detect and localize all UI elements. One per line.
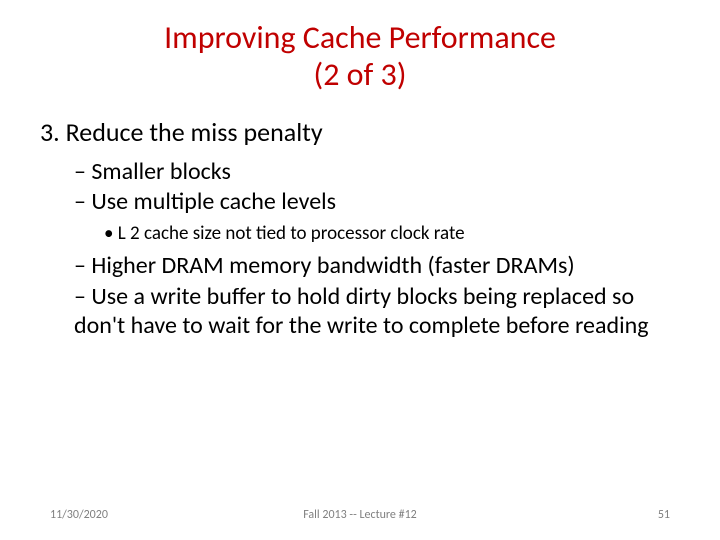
- sub-bullet-text: L 2 cache size not tied to processor clo…: [118, 222, 465, 245]
- bullet-text: Use a write buffer to hold dirty blocks …: [74, 282, 649, 340]
- footer: 11/30/2020 Fall 2013 -- Lecture #12 51: [0, 508, 720, 522]
- footer-lecture: Fall 2013 -- Lecture #12: [303, 508, 417, 522]
- footer-date: 11/30/2020: [50, 508, 108, 522]
- bullet-multiple-cache-levels: Use multiple cache levels L 2 cache size…: [74, 188, 670, 246]
- slide: Improving Cache Performance (2 of 3) 3. …: [0, 0, 720, 540]
- sub-bullet-list: L 2 cache size not tied to processor clo…: [104, 223, 670, 246]
- bullet-dram-bandwidth: Higher DRAM memory bandwidth (faster DRA…: [74, 252, 670, 281]
- bullet-text: Smaller blocks: [91, 157, 230, 186]
- bullet-text: Higher DRAM memory bandwidth (faster DRA…: [91, 251, 574, 280]
- main-point: 3. Reduce the miss penalty: [40, 116, 670, 148]
- title-line-2: (2 of 3): [314, 55, 407, 94]
- bullet-text: Use multiple cache levels: [91, 187, 336, 216]
- sub-bullet-l2-cache: L 2 cache size not tied to processor clo…: [104, 223, 670, 246]
- footer-page-number: 51: [658, 508, 670, 522]
- title-line-1: Improving Cache Performance: [164, 18, 556, 57]
- bullet-write-buffer: Use a write buffer to hold dirty blocks …: [74, 283, 670, 341]
- slide-title: Improving Cache Performance (2 of 3): [50, 20, 670, 94]
- bullet-list: Smaller blocks Use multiple cache levels…: [74, 158, 670, 341]
- bullet-smaller-blocks: Smaller blocks: [74, 158, 670, 187]
